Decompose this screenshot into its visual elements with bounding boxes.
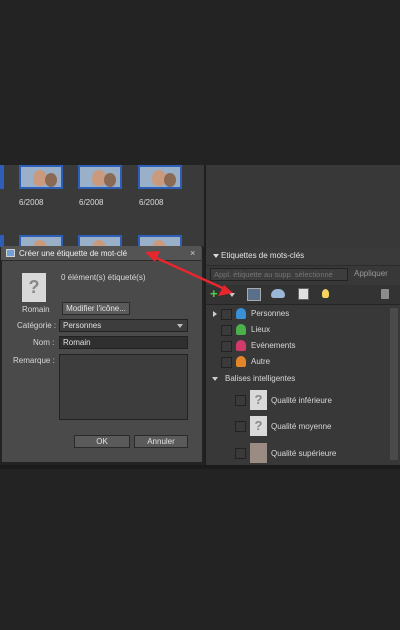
red-arrow-annotation (145, 251, 233, 296)
status-bar (0, 465, 400, 469)
